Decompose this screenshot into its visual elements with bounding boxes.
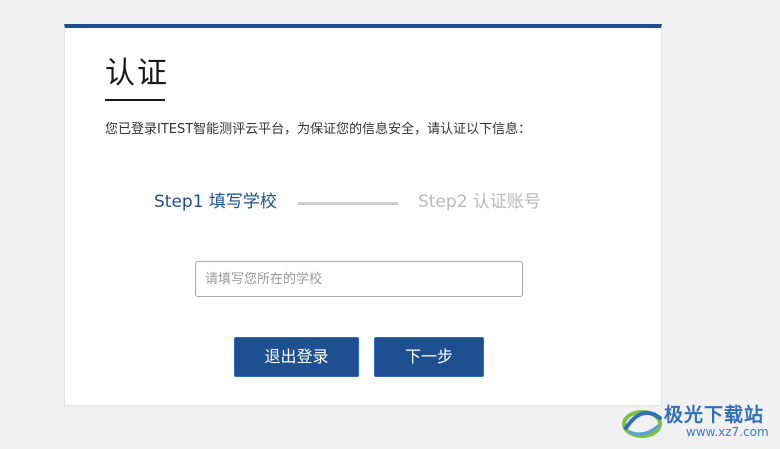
title-underline bbox=[105, 99, 165, 101]
step-1-label: Step1 填写学校 bbox=[154, 192, 277, 212]
watermark: 极光下载站 www.xz7.com bbox=[620, 398, 780, 449]
page-title: 认证 bbox=[105, 56, 169, 91]
step-connector bbox=[298, 202, 398, 205]
watermark-logo-icon bbox=[622, 410, 662, 438]
watermark-url: www.xz7.com bbox=[686, 425, 769, 439]
logout-button[interactable]: 退出登录 bbox=[234, 337, 359, 377]
auth-card: 认证 您已登录ITEST智能测评云平台，为保证您的信息安全，请认证以下信息： S… bbox=[64, 24, 662, 406]
step-2-label: Step2 认证账号 bbox=[418, 192, 541, 212]
school-input[interactable] bbox=[195, 261, 523, 297]
auth-notice: 您已登录ITEST智能测评云平台，为保证您的信息安全，请认证以下信息： bbox=[105, 122, 532, 137]
next-step-button[interactable]: 下一步 bbox=[374, 337, 484, 377]
watermark-title: 极光下载站 bbox=[664, 404, 765, 426]
